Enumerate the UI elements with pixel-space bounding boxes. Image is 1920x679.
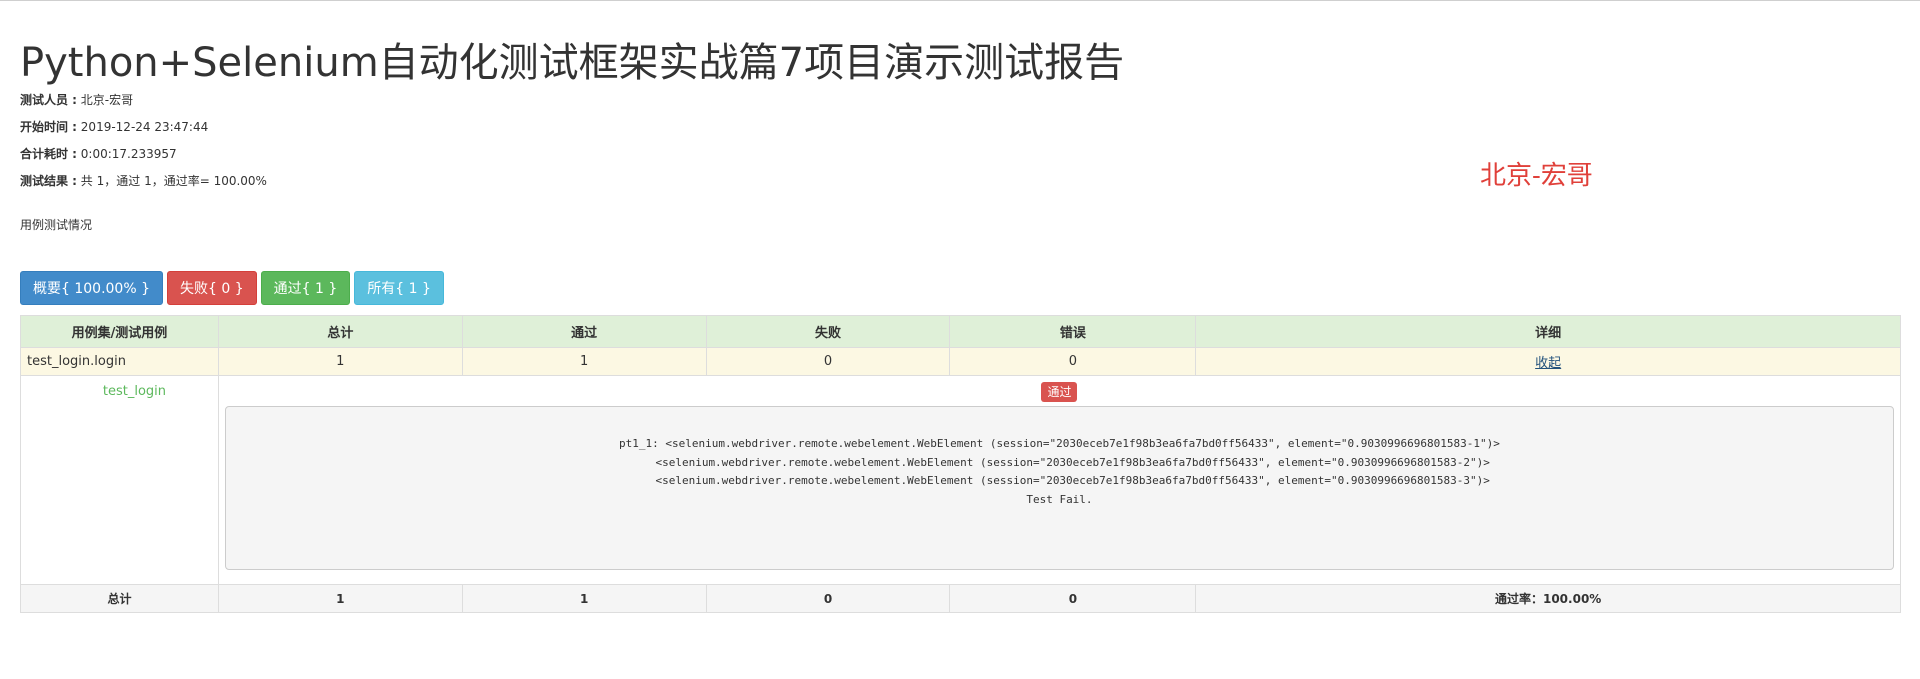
header-errors: 错误 [949,315,1197,348]
header-suite-case: 用例集/测试用例 [20,315,219,348]
case-detail-cell: 通过 pt1_1: <selenium.webdriver.remote.web… [217,375,1902,585]
case-name: test_login [20,375,219,585]
start-time-value: 2019-12-24 23:47:44 [76,120,209,134]
suite-name: test_login.login [20,347,219,376]
header-passed: 通过 [461,315,707,348]
all-button[interactable]: 所有{ 1 } [354,271,444,305]
start-time-line: 开始时间 : 2019-12-24 23:47:44 [20,118,208,135]
suite-errors: 0 [949,347,1197,376]
case-row: test_login 通过 pt1_1: <selenium.webdriver… [20,375,1902,585]
total-failed: 0 [705,584,951,613]
total-errors: 0 [949,584,1197,613]
suite-detail-cell: 收起 [1195,347,1901,376]
suite-total: 1 [217,347,463,376]
tester-value: 北京-宏哥 [76,93,134,107]
summary-button[interactable]: 概要{ 100.00% } [20,271,164,305]
result-value: 共 1，通过 1，通过率= 100.00% [76,174,267,188]
case-log-output: pt1_1: <selenium.webdriver.remote.webele… [224,406,1894,570]
suite-passed: 1 [461,347,707,376]
passed-button[interactable]: 通过{ 1 } [260,271,351,305]
suite-failed: 0 [705,347,951,376]
section-subtitle: 用例测试情况 [20,218,93,232]
tester-label: 测试人员 : [20,93,77,107]
result-label: 测试结果 : [20,174,77,188]
total-pass-rate: 通过率：100.00% [1195,584,1901,613]
duration-value: 0:00:17.233957 [76,147,177,161]
total-label: 总计 [20,584,219,613]
total-passed: 1 [461,584,707,613]
collapse-link[interactable]: 收起 [1535,356,1561,371]
table-header-row: 用例集/测试用例 总计 通过 失败 错误 详细 [20,315,1901,348]
header-detail: 详细 [1195,315,1901,348]
tester-line: 测试人员 : 北京-宏哥 [20,91,133,108]
total-row: 总计 1 1 0 0 通过率：100.00% [20,584,1901,613]
duration-line: 合计耗时 : 0:00:17.233957 [20,145,177,162]
page-title: Python+Selenium自动化测试框架实战篇7项目演示测试报告 [20,40,1125,86]
suite-row: test_login.login 1 1 0 0 收起 [20,347,1901,376]
result-line: 测试结果 : 共 1，通过 1，通过率= 100.00% [20,172,267,189]
result-table: 用例集/测试用例 总计 通过 失败 错误 详细 test_login.login… [20,315,1902,613]
total-total: 1 [217,584,463,613]
case-status-badge[interactable]: 通过 [1041,382,1078,402]
header-failed: 失败 [705,315,951,348]
duration-label: 合计耗时 : [20,147,77,161]
header-total: 总计 [217,315,463,348]
filter-button-group: 概要{ 100.00% } 失败{ 0 } 通过{ 1 } 所有{ 1 } [20,271,444,305]
failed-button[interactable]: 失败{ 0 } [167,271,257,305]
start-time-label: 开始时间 : [20,120,77,134]
watermark-text: 北京-宏哥 [1480,161,1593,191]
